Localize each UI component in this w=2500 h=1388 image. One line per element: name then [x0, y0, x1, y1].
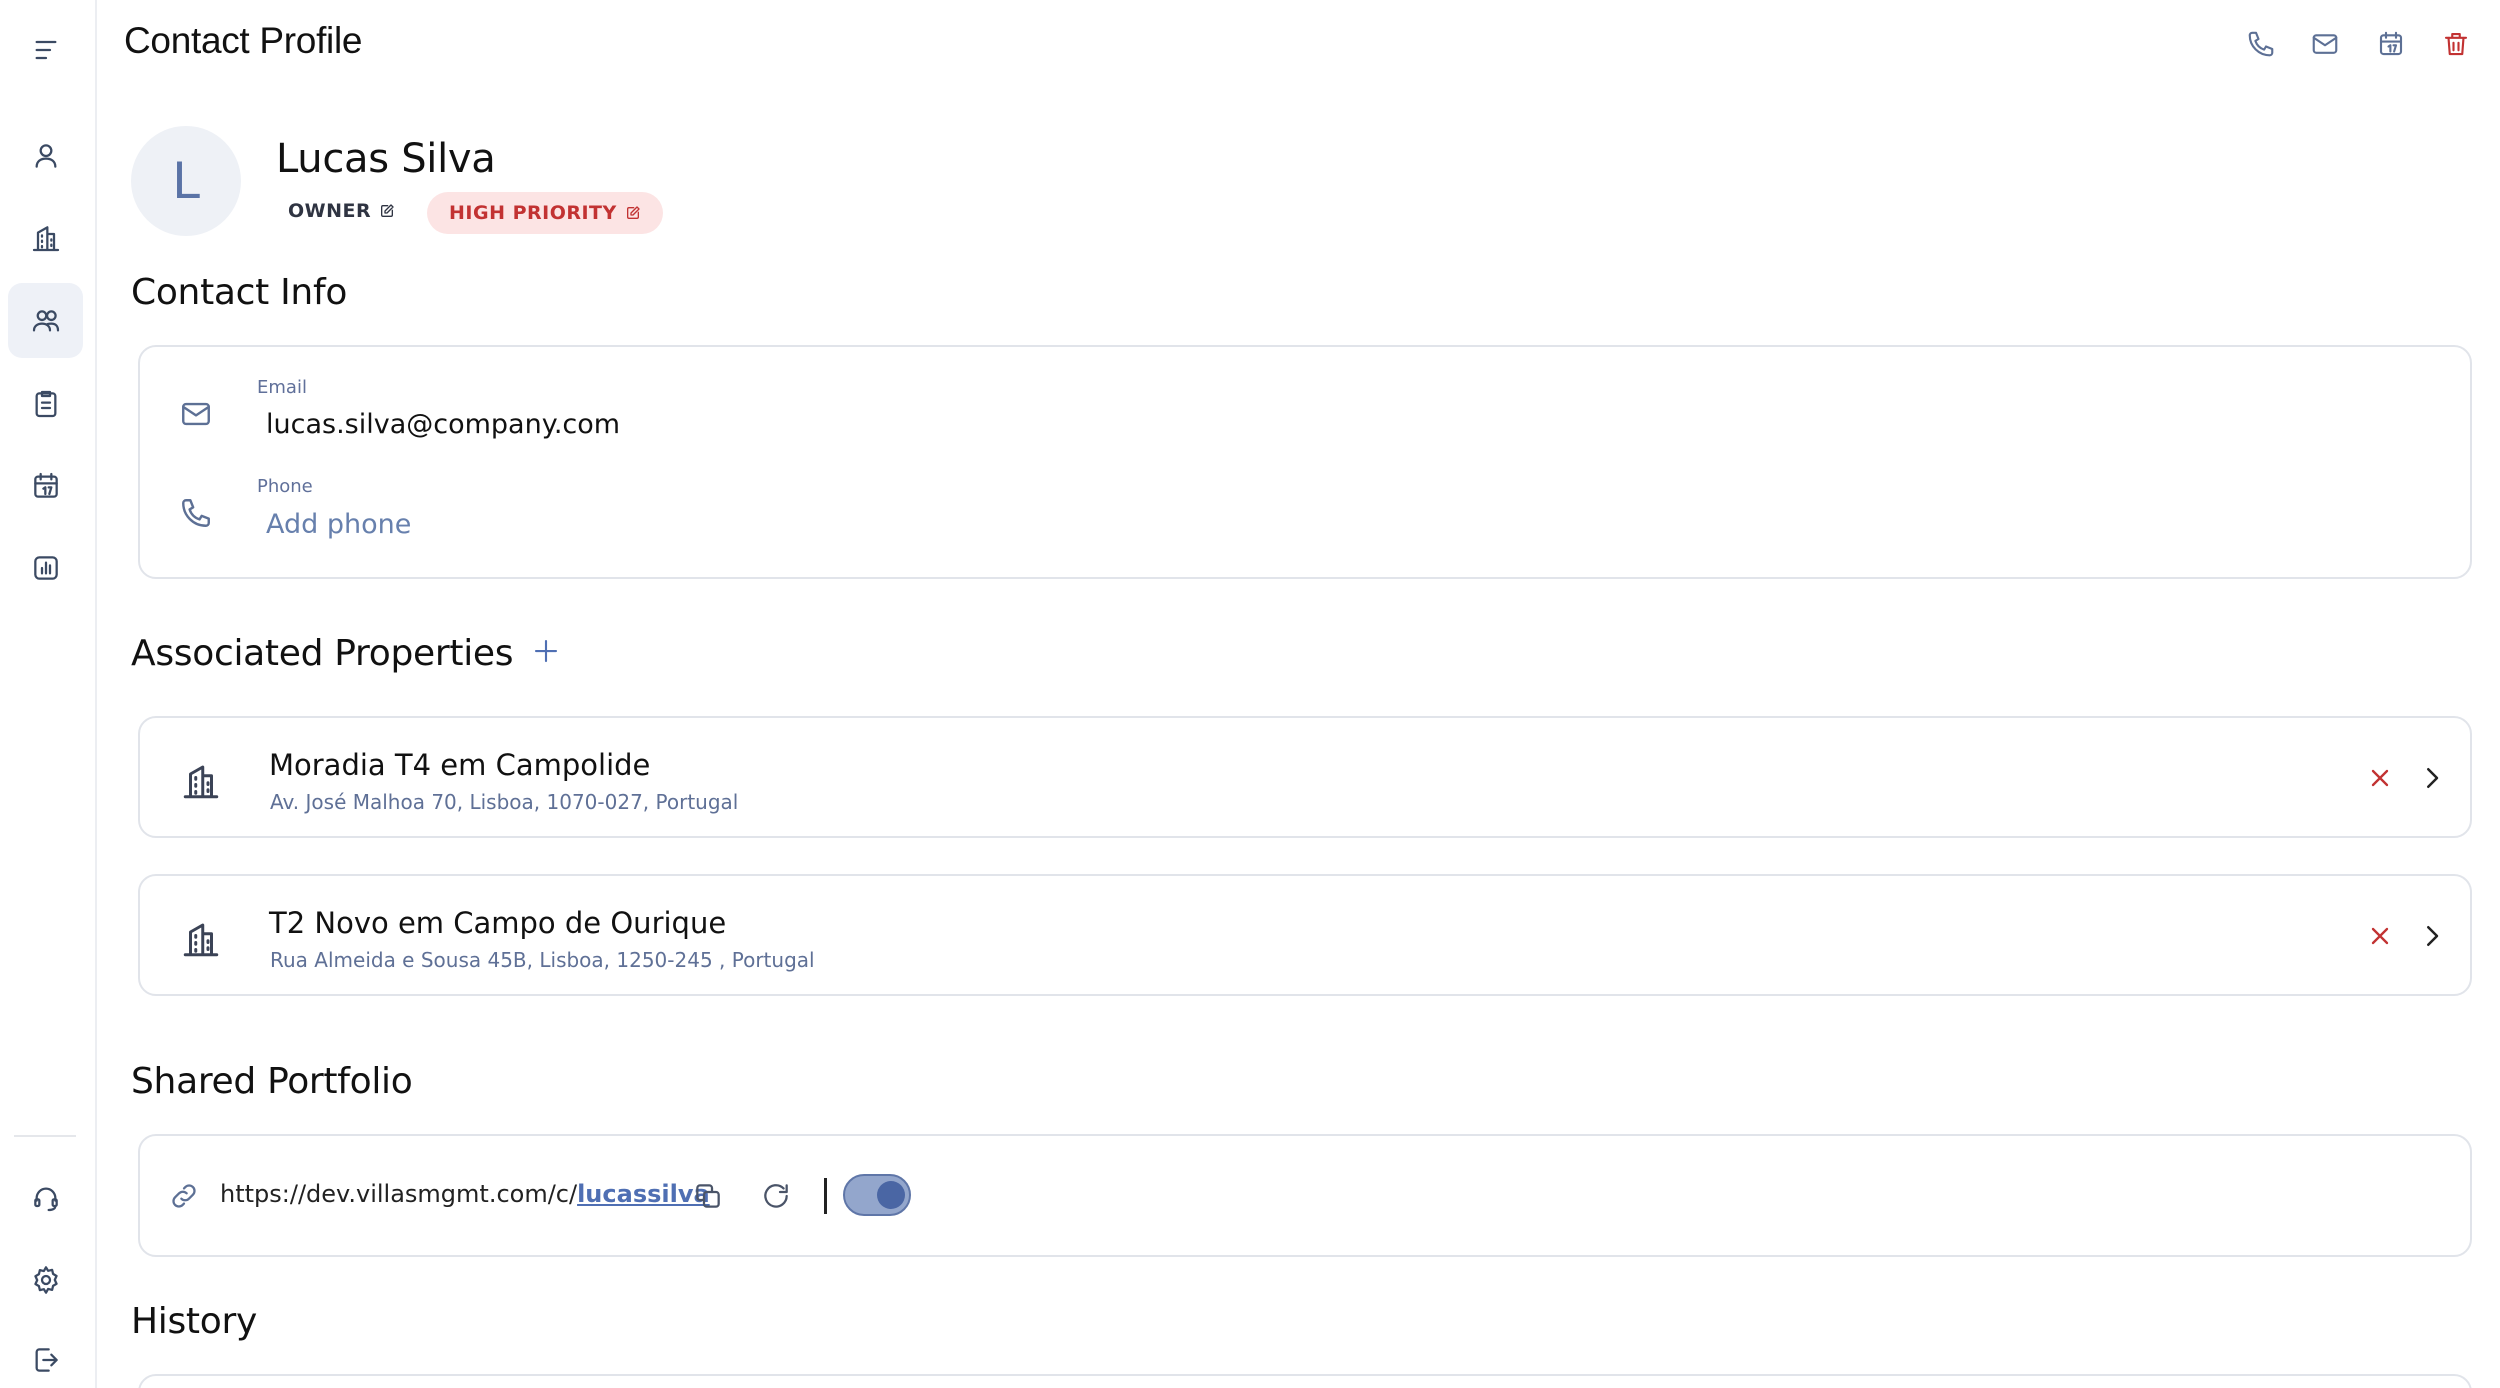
building-icon — [183, 765, 219, 799]
property-card[interactable]: T2 Novo em Campo de Ourique Rua Almeida … — [138, 874, 2472, 996]
schedule-button[interactable] — [2369, 22, 2413, 66]
gear-icon — [33, 1265, 58, 1294]
edit-icon — [626, 206, 640, 219]
phone-icon — [2248, 31, 2274, 57]
sidebar-item-users[interactable] — [8, 118, 83, 193]
avatar: L — [131, 126, 241, 236]
divider — [824, 1178, 827, 1214]
property-address: Rua Almeida e Sousa 45B, Lisboa, 1250-24… — [270, 948, 815, 972]
property-title: Moradia T4 em Campolide — [269, 748, 651, 782]
contact-info-title: Contact Info — [131, 272, 348, 313]
users-icon — [32, 309, 59, 331]
clipboard-icon — [35, 390, 56, 417]
portfolio-share-toggle[interactable] — [843, 1174, 911, 1216]
copy-icon — [696, 1184, 720, 1208]
sidebar-item-properties[interactable] — [8, 200, 83, 275]
close-icon — [2371, 927, 2389, 945]
contact-name: Lucas Silva — [276, 136, 496, 182]
menu-icon — [35, 40, 56, 59]
trash-icon — [2444, 32, 2468, 56]
mail-icon — [2312, 34, 2338, 54]
email-label: Email — [257, 377, 307, 398]
sidebar-item-reports[interactable] — [8, 530, 83, 605]
edit-icon — [381, 204, 394, 217]
add-property-button[interactable] — [527, 632, 565, 670]
role-tag[interactable]: OWNER — [288, 200, 395, 222]
sidebar-item-tasks[interactable] — [8, 366, 83, 441]
plus-icon — [534, 639, 558, 663]
sidebar-item-contacts[interactable] — [8, 283, 83, 358]
sidebar-item-calendar[interactable] — [8, 448, 83, 523]
property-card[interactable]: Moradia T4 em Campolide Av. José Malhoa … — [138, 716, 2472, 838]
close-icon — [2371, 769, 2389, 787]
link-icon — [172, 1184, 196, 1208]
shared-portfolio-title: Shared Portfolio — [131, 1061, 413, 1102]
priority-label: HIGH PRIORITY — [449, 202, 617, 224]
contact-info-card: Email lucas.silva@company.com Phone Add … — [138, 345, 2472, 579]
role-label: OWNER — [288, 200, 372, 222]
delete-button[interactable] — [2434, 22, 2478, 66]
sidebar — [0, 0, 97, 1388]
toggle-knob — [877, 1181, 905, 1209]
email-field[interactable]: lucas.silva@company.com — [266, 409, 620, 440]
phone-icon — [182, 499, 210, 527]
sidebar-item-support[interactable] — [8, 1160, 83, 1235]
refresh-icon — [764, 1184, 788, 1208]
property-title: T2 Novo em Campo de Ourique — [269, 906, 727, 940]
portfolio-url-base: https://dev.villasmgmt.com/c/ — [220, 1180, 578, 1208]
building-icon — [32, 225, 59, 251]
open-property-button[interactable] — [2414, 918, 2450, 954]
menu-toggle-button[interactable] — [8, 12, 83, 87]
shared-portfolio-card: https://dev.villasmgmt.com/c/lucassilva — [138, 1134, 2472, 1257]
building-icon — [183, 923, 219, 957]
calendar-icon — [33, 472, 58, 498]
email-button[interactable] — [2303, 22, 2347, 66]
sidebar-item-settings[interactable] — [8, 1242, 83, 1317]
chevron-right-icon — [2427, 768, 2439, 788]
call-button[interactable] — [2239, 22, 2283, 66]
open-property-button[interactable] — [2414, 760, 2450, 796]
page-title: Contact Profile — [124, 20, 363, 61]
phone-label: Phone — [257, 476, 313, 497]
phone-field[interactable]: Add phone — [266, 509, 411, 540]
history-title: History — [131, 1301, 257, 1342]
headset-icon — [33, 1187, 58, 1211]
copy-link-button[interactable] — [688, 1176, 728, 1216]
sidebar-divider — [14, 1135, 76, 1137]
portfolio-url: https://dev.villasmgmt.com/c/lucassilva — [220, 1180, 710, 1208]
regenerate-link-button[interactable] — [756, 1176, 796, 1216]
priority-badge[interactable]: HIGH PRIORITY — [427, 192, 663, 234]
remove-property-button[interactable] — [2362, 918, 2398, 954]
remove-property-button[interactable] — [2362, 760, 2398, 796]
mail-icon — [182, 402, 210, 426]
chevron-right-icon — [2427, 926, 2439, 946]
history-card — [138, 1374, 2472, 1388]
associated-properties-title: Associated Properties — [131, 633, 514, 674]
property-address: Av. José Malhoa 70, Lisboa, 1070-027, Po… — [270, 790, 739, 814]
logout-icon — [35, 1347, 58, 1372]
calendar-icon — [2379, 31, 2403, 56]
chart-icon — [33, 555, 58, 580]
sidebar-item-logout[interactable] — [8, 1322, 83, 1388]
user-icon — [35, 143, 56, 168]
